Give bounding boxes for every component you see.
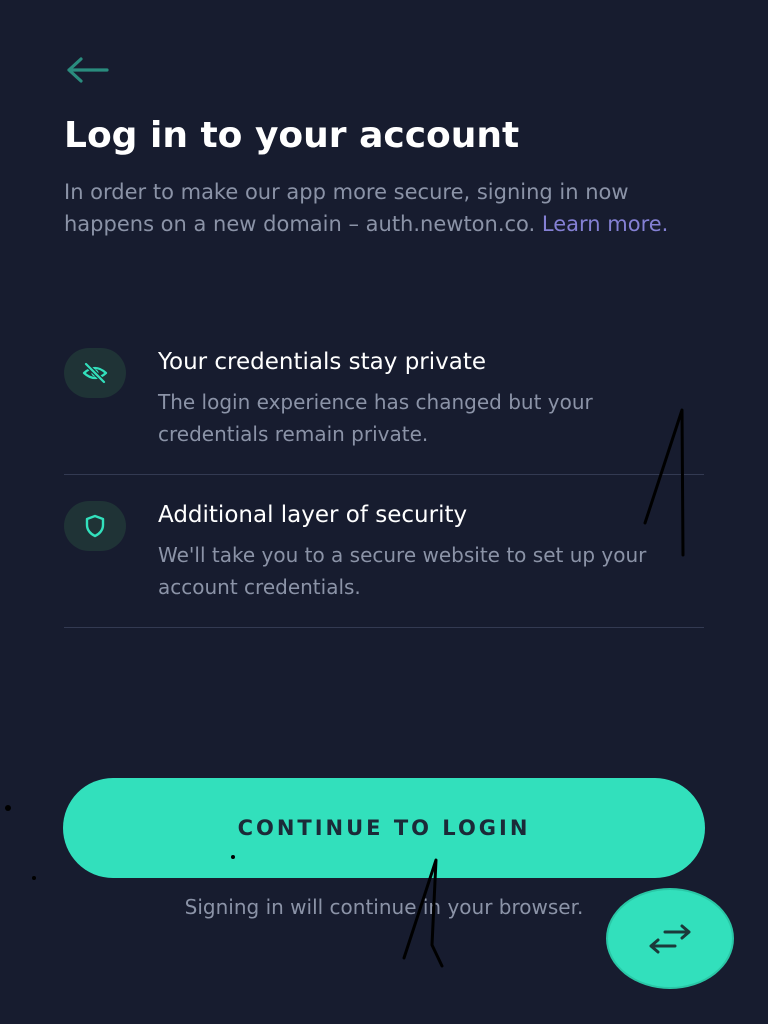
swap-button[interactable] bbox=[606, 888, 734, 989]
learn-more-link[interactable]: Learn more. bbox=[542, 212, 668, 236]
shield-icon bbox=[64, 501, 126, 551]
feature-title: Your credentials stay private bbox=[158, 349, 487, 375]
eye-off-icon bbox=[64, 348, 126, 398]
feature-description: The login experience has changed but you… bbox=[158, 390, 593, 446]
intro-text: In order to make our app more secure, si… bbox=[64, 176, 714, 240]
page-title: Log in to your account bbox=[64, 115, 520, 156]
feature-title: Additional layer of security bbox=[158, 502, 468, 528]
continue-to-login-button[interactable]: CONTINUE TO LOGIN bbox=[63, 778, 705, 878]
feature-description: We'll take you to a secure website to se… bbox=[158, 543, 647, 599]
back-button[interactable] bbox=[58, 50, 116, 90]
swap-arrows-icon bbox=[649, 924, 691, 953]
divider bbox=[64, 474, 704, 475]
arrow-left-icon bbox=[67, 57, 109, 83]
divider bbox=[64, 627, 704, 628]
